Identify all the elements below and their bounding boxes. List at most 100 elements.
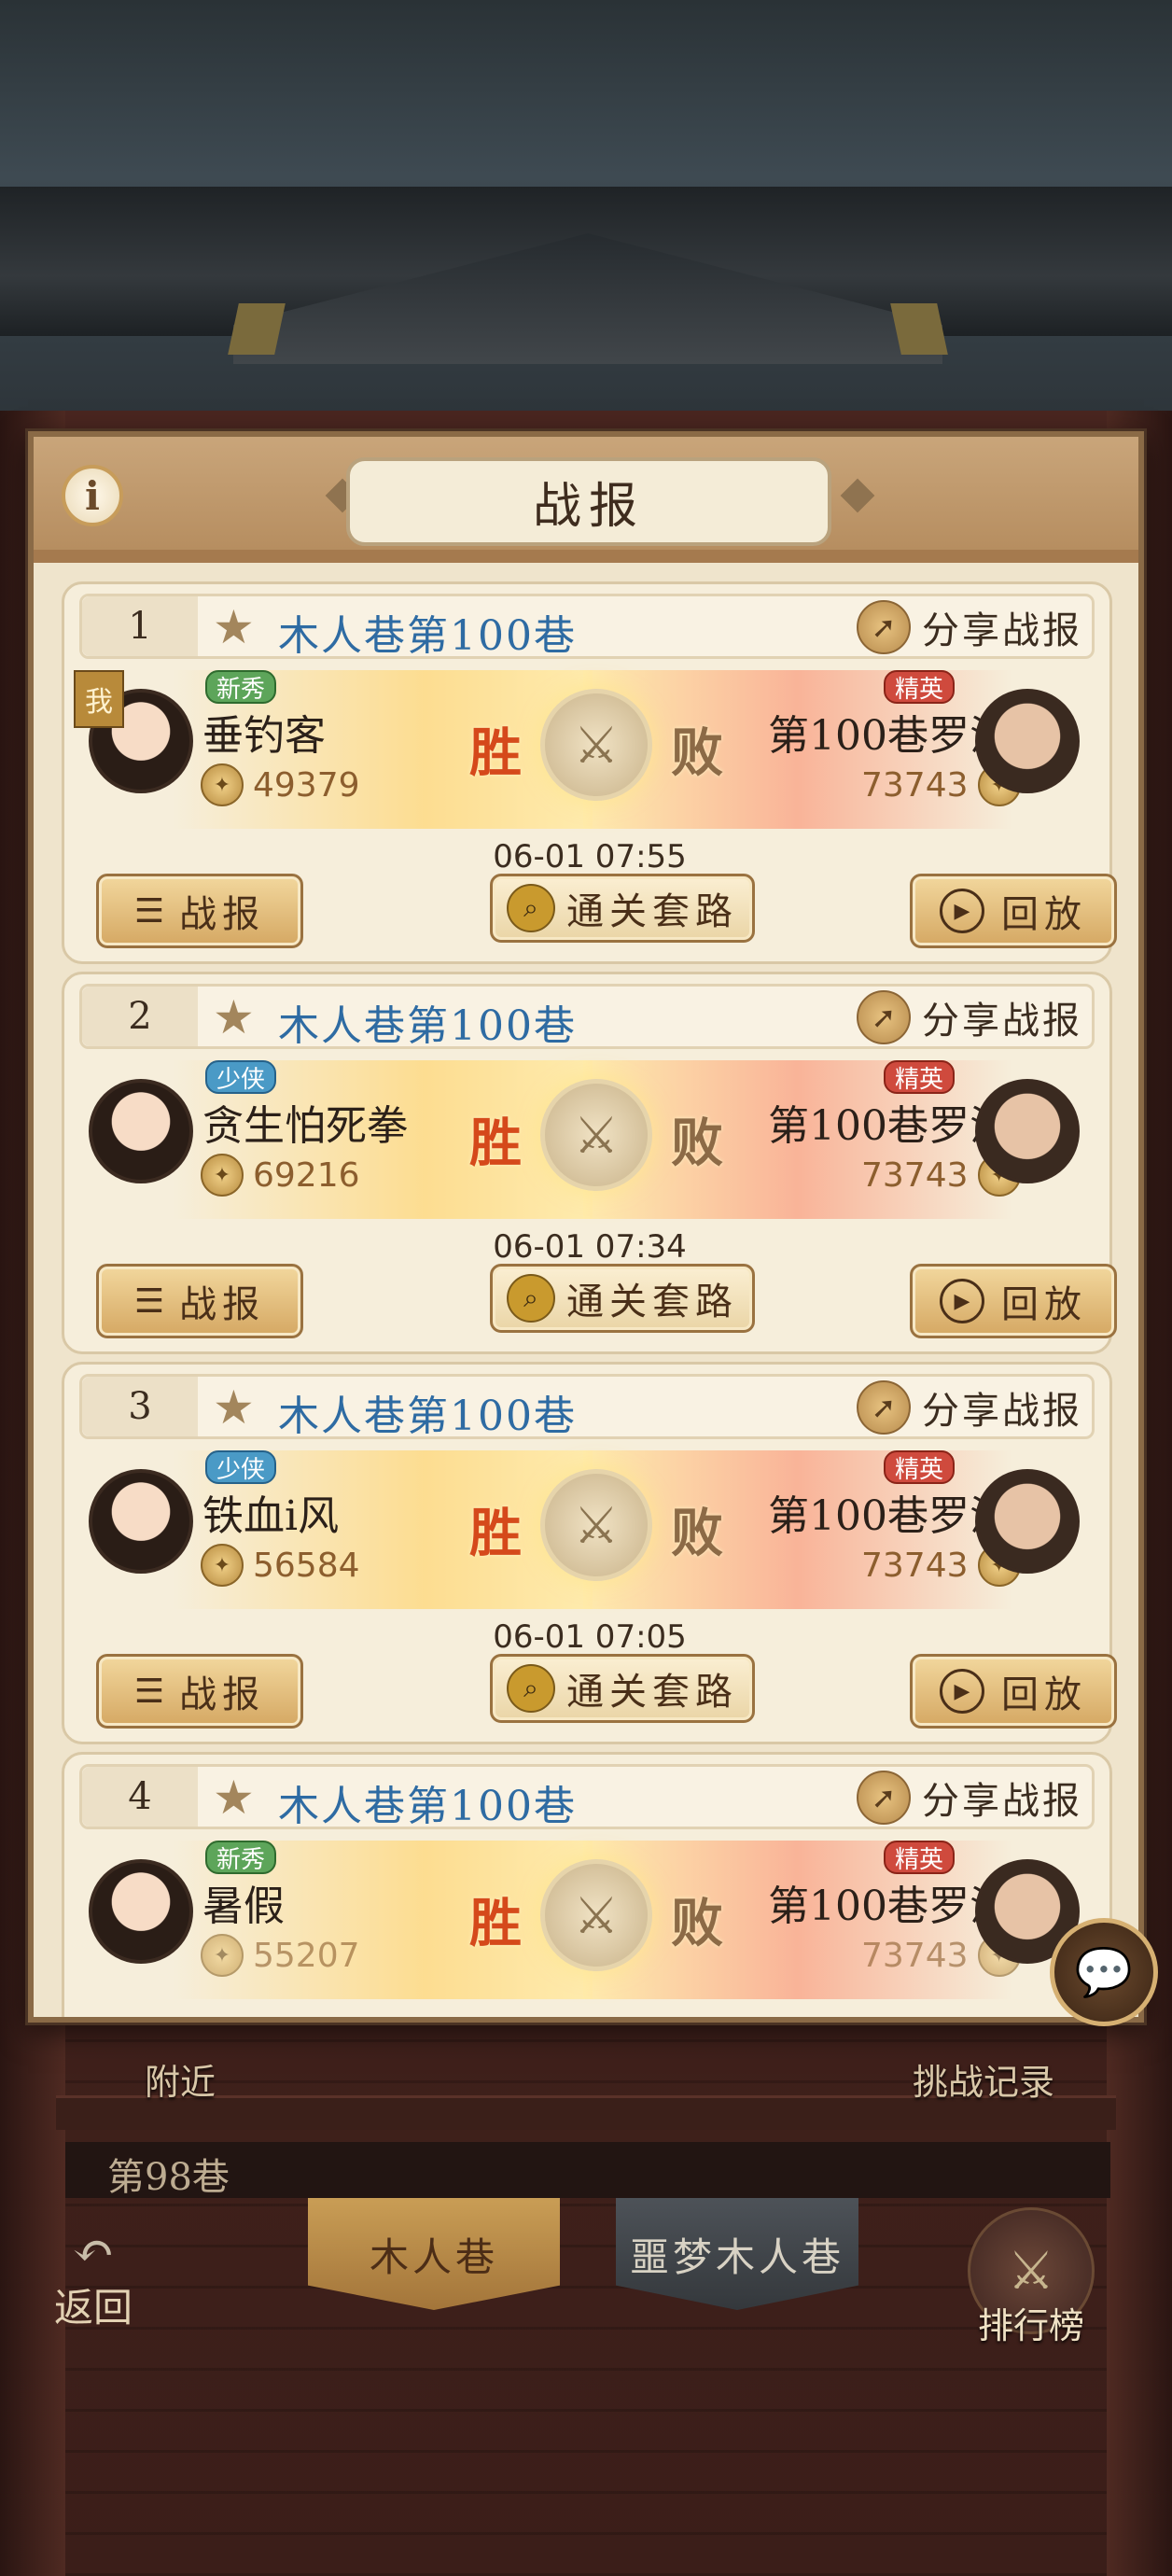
opponent-rank-tag: 精英 [884,1060,956,1094]
player-avatar[interactable] [89,1079,193,1183]
back-button[interactable]: ↶ 返回 [37,2226,149,2333]
star-icon: ★ [213,1380,255,1435]
list-icon: ☰ [133,891,165,931]
challenge-record-button[interactable]: 挑战记录 [913,2053,1054,2105]
share-report-button[interactable]: ➚ 分享战报 [857,600,1082,654]
share-icon: ➚ [857,1771,911,1825]
opponent-rank-tag: 精英 [884,1450,956,1484]
player-rank-tag: 新秀 [205,670,277,704]
share-label: 分享战报 [922,1000,1082,1043]
player-avatar[interactable] [89,1469,193,1574]
player-power: ✦ 56584 [191,1544,360,1587]
card-header: 1 ★ 木人巷第100巷 ➚ 分享战报 [79,594,1095,660]
leaderboard-label: 排行榜 [977,2305,1084,2346]
battle-time: 06-01 07:55 [493,838,687,875]
star-icon: ★ [213,990,255,1044]
player-rank-tag: 少侠 [205,1060,277,1094]
vs-swords-icon: ⚔ [540,1859,652,1971]
rank-number: 3 [82,1377,198,1436]
player-power-value: 49379 [253,765,360,805]
title-decoration [840,478,875,513]
opponent-name: 第100巷罗汉 [768,1883,1011,1930]
battle-report-dialog: i 战报 1 ★ 木人巷第100巷 ➚ 分享战报 我 新秀 垂钓客 ✦ 4937… [28,431,1144,2023]
player-power-value: 69216 [253,1155,360,1195]
play-icon: ▶ [940,889,984,933]
player-power: ✦ 69216 [191,1154,360,1197]
share-icon: ➚ [857,990,911,1044]
opponent-name: 第100巷罗汉 [768,1102,1011,1150]
lose-label: 败 [671,1113,723,1174]
view-report-button[interactable]: ☰ 战报 [96,1654,303,1729]
share-report-button[interactable]: ➚ 分享战报 [857,1771,1082,1825]
clear-guide-button[interactable]: ⌕ 通关套路 [490,1264,755,1333]
chat-bubble-icon[interactable]: 💬 [1050,1918,1158,2026]
player-rank-tag: 新秀 [205,1841,277,1874]
leaderboard-button[interactable]: ⚔ 排行榜 [961,2207,1101,2357]
vs-swords-icon: ⚔ [540,689,652,801]
lose-label: 败 [671,1503,723,1564]
replay-label: 回放 [1001,1673,1087,1716]
opponent-power-value: 73743 [861,1155,969,1195]
player-avatar[interactable] [89,1859,193,1964]
clear-guide-label: 通关套路 [566,890,738,933]
view-report-label: 战报 [179,1283,266,1326]
opponent-avatar[interactable] [975,689,1080,793]
power-icon: ✦ [201,1934,244,1977]
report-list[interactable]: 1 ★ 木人巷第100巷 ➚ 分享战报 我 新秀 垂钓客 ✦ 49379 胜 ⚔… [34,563,1138,2017]
star-icon: ★ [213,600,255,654]
share-label: 分享战报 [922,1780,1082,1823]
player-name: 暑假 [202,1883,285,1930]
replay-label: 回放 [1001,893,1087,936]
opponent-power-value: 73743 [861,1936,969,1975]
me-badge: 我 [74,670,124,728]
opponent-rank-tag: 精英 [884,1841,956,1874]
share-icon: ➚ [857,600,911,654]
report-card: 3 ★ 木人巷第100巷 ➚ 分享战报 少侠 铁血i风 ✦ 56584 胜 ⚔ … [62,1362,1117,1744]
battle-time: 06-01 07:34 [493,1228,687,1266]
clear-guide-button[interactable]: ⌕ 通关套路 [490,1654,755,1723]
battle-row: 少侠 贪生怕死拳 ✦ 69216 胜 ⚔ 败 精英 第100巷罗汉 73743 … [79,1060,1095,1228]
share-label: 分享战报 [922,1390,1082,1433]
power-icon: ✦ [201,1544,244,1587]
clear-guide-button[interactable]: ⌕ 通关套路 [490,874,755,943]
opponent-rank-tag: 精英 [884,670,956,704]
player-power-value: 56584 [253,1546,360,1585]
replay-button[interactable]: ▶ 回放 [910,874,1117,948]
rank-number: 1 [82,596,198,656]
view-report-button[interactable]: ☰ 战报 [96,874,303,948]
share-report-button[interactable]: ➚ 分享战报 [857,1380,1082,1435]
share-report-button[interactable]: ➚ 分享战报 [857,990,1082,1044]
opponent-name: 第100巷罗汉 [768,712,1011,760]
dialog-header: i 战报 [34,437,1138,563]
opponent-power-value: 73743 [861,765,969,805]
player-name: 贪生怕死拳 [202,1102,408,1150]
vs-swords-icon: ⚔ [540,1469,652,1581]
level-title: 木人巷第100巷 [278,1002,577,1050]
view-report-button[interactable]: ☰ 战报 [96,1264,303,1338]
vs-swords-icon: ⚔ [540,1079,652,1191]
replay-button[interactable]: ▶ 回放 [910,1264,1117,1338]
opponent-name: 第100巷罗汉 [768,1492,1011,1540]
rank-number: 2 [82,987,198,1046]
opponent-avatar[interactable] [975,1469,1080,1574]
player-rank-tag: 少侠 [205,1450,277,1484]
rank-number: 4 [82,1767,198,1827]
share-label: 分享战报 [922,609,1082,652]
replay-button[interactable]: ▶ 回放 [910,1654,1117,1729]
win-label: 胜 [469,722,522,784]
view-report-label: 战报 [179,893,266,936]
search-icon: ⌕ [507,1664,555,1713]
dialog-title: 战报 [532,479,645,535]
nearby-button[interactable]: 附近 [145,2053,216,2105]
player-power: ✦ 49379 [191,763,360,806]
opponent-avatar[interactable] [975,1079,1080,1183]
level-title: 木人巷第100巷 [278,612,577,660]
battle-row: 新秀 暑假 ✦ 55207 胜 ⚔ 败 精英 第100巷罗汉 73743 ✦ [79,1841,1095,2009]
opponent-power-value: 73743 [861,1546,969,1585]
search-icon: ⌕ [507,884,555,932]
info-icon[interactable]: i [62,465,123,526]
player-name: 垂钓客 [202,712,326,760]
battle-row: 少侠 铁血i风 ✦ 56584 胜 ⚔ 败 精英 第100巷罗汉 73743 ✦ [79,1450,1095,1618]
card-header: 4 ★ 木人巷第100巷 ➚ 分享战报 [79,1764,1095,1830]
star-icon: ★ [213,1771,255,1825]
